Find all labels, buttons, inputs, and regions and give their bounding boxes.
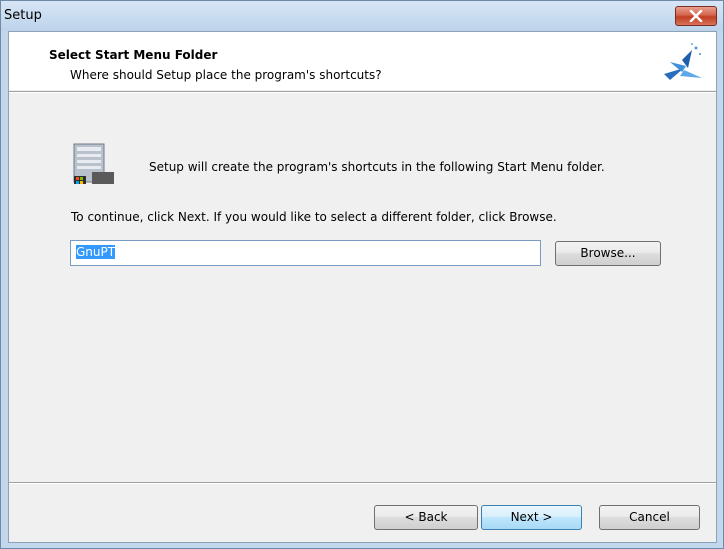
browse-button[interactable]: Browse... — [555, 241, 661, 266]
folder-field-value: GnuPT — [76, 245, 116, 259]
close-icon — [689, 10, 703, 22]
intro-text: Setup will create the program's shortcut… — [149, 160, 605, 174]
back-button[interactable]: < Back — [374, 505, 478, 530]
wizard-page: Select Start Menu Folder Where should Se… — [8, 31, 717, 543]
cancel-button[interactable]: Cancel — [599, 505, 700, 530]
start-menu-folder-icon — [70, 138, 118, 189]
page-subtitle: Where should Setup place the program's s… — [70, 68, 382, 82]
setup-wizard-icon — [662, 40, 704, 87]
setup-window: Setup Select Start Menu Folder Where sho… — [0, 0, 724, 549]
start-menu-folder-field[interactable]: GnuPT — [70, 240, 541, 266]
footer-separator — [9, 482, 716, 484]
close-button[interactable] — [675, 6, 717, 26]
window-title: Setup — [4, 8, 42, 23]
next-button[interactable]: Next > — [481, 505, 582, 530]
instructions-text: To continue, click Next. If you would li… — [71, 210, 557, 224]
wizard-header: Select Start Menu Folder Where should Se… — [9, 32, 716, 90]
header-separator — [9, 91, 716, 93]
title-bar[interactable]: Setup — [1, 1, 723, 31]
page-title: Select Start Menu Folder — [49, 48, 218, 62]
